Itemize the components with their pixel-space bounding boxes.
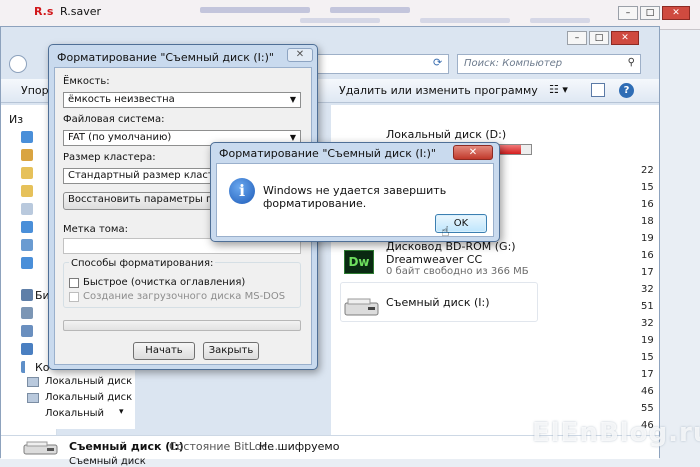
size-value: 16 bbox=[641, 199, 654, 210]
capacity-label: Ёмкость: bbox=[63, 76, 110, 87]
nav-folder-icon[interactable] bbox=[21, 167, 33, 179]
size-value: 46 bbox=[641, 386, 654, 397]
error-dialog: Форматирование "Съемный диск (I:)" ✕ i W… bbox=[210, 142, 500, 242]
mouse-cursor-icon: ☝ bbox=[441, 224, 450, 240]
quick-format-checkbox[interactable] bbox=[69, 278, 79, 288]
explorer-minimize-button[interactable]: – bbox=[567, 31, 587, 45]
size-value: 19 bbox=[641, 233, 654, 244]
format-progress-bar bbox=[63, 320, 301, 331]
close-button[interactable]: Закрыть bbox=[203, 342, 259, 360]
cluster-size-label: Размер кластера: bbox=[63, 152, 156, 163]
search-input[interactable]: Поиск: Компьютер ⚲ bbox=[457, 54, 641, 74]
error-message: Windows не удается завершить форматирова… bbox=[263, 184, 447, 210]
blurred-toolbar-text bbox=[300, 18, 380, 23]
format-dialog-title: Форматирование "Съемный диск (I:)" bbox=[57, 51, 274, 64]
quick-format-label[interactable]: Быстрое (очистка оглавления) bbox=[83, 277, 245, 288]
nav-pictures-icon[interactable] bbox=[21, 325, 33, 337]
msdos-disk-label: Создание загрузочного диска MS-DOS bbox=[83, 291, 286, 302]
nav-folder-icon[interactable] bbox=[21, 149, 33, 161]
nav-music-icon[interactable] bbox=[21, 343, 33, 355]
removable-drive-icon bbox=[344, 296, 380, 318]
local-drive-icon bbox=[27, 393, 39, 403]
dvd-free-space: 0 байт свободно из 366 МБ bbox=[386, 266, 529, 277]
size-value: 15 bbox=[641, 182, 654, 193]
rsaver-close-button[interactable]: ✕ bbox=[662, 6, 690, 20]
format-dialog-close-button[interactable]: ✕ bbox=[287, 48, 313, 62]
dvd-volume-label: Dreamweaver CC bbox=[386, 253, 483, 266]
status-drive-name: Съемный диск (I:) bbox=[69, 440, 184, 453]
rsaver-maximize-button[interactable]: □ bbox=[640, 6, 660, 20]
size-value: 16 bbox=[641, 250, 654, 261]
volume-label-label: Метка тома: bbox=[63, 224, 128, 235]
rsaver-title: R.saver bbox=[60, 5, 102, 18]
address-bar[interactable] bbox=[317, 54, 449, 74]
size-value: 17 bbox=[641, 369, 654, 380]
search-placeholder: Поиск: Компьютер bbox=[464, 58, 563, 69]
size-value: 32 bbox=[641, 284, 654, 295]
msdos-disk-checkbox bbox=[69, 292, 79, 302]
size-value: 17 bbox=[641, 267, 654, 278]
explorer-close-button[interactable]: ✕ bbox=[611, 31, 639, 45]
rsaver-minimize-button[interactable]: – bbox=[618, 6, 638, 20]
size-value: 51 bbox=[641, 301, 654, 312]
nav-local-disk[interactable]: Локальный bbox=[45, 408, 104, 419]
refresh-icon[interactable]: ⟳ bbox=[433, 56, 442, 69]
preview-pane-icon[interactable] bbox=[591, 83, 605, 97]
filesystem-value: FAT (по умолчанию) bbox=[68, 132, 172, 143]
rsaver-logo: R.s bbox=[34, 5, 54, 18]
info-icon: i bbox=[229, 178, 255, 204]
size-value: 19 bbox=[641, 335, 654, 346]
nav-drive-icon[interactable] bbox=[21, 203, 33, 215]
view-options-icon[interactable]: ☷ ▾ bbox=[549, 83, 568, 96]
removable-drive-label[interactable]: Съемный диск (I:) bbox=[386, 296, 490, 309]
help-icon[interactable]: ? bbox=[619, 83, 634, 98]
removable-drive-icon bbox=[23, 440, 59, 456]
capacity-select[interactable]: ёмкость неизвестна ▼ bbox=[63, 92, 301, 108]
library-icon bbox=[21, 289, 33, 301]
nav-globe-icon[interactable] bbox=[21, 257, 33, 269]
status-bitlocker-value: Не шифруемо bbox=[259, 440, 340, 453]
nav-folder-icon[interactable] bbox=[21, 185, 33, 197]
blurred-toolbar-text bbox=[530, 18, 590, 23]
nav-documents-icon[interactable] bbox=[21, 307, 33, 319]
format-options-label: Способы форматирования: bbox=[69, 258, 216, 269]
chevron-down-icon: ▼ bbox=[289, 95, 296, 104]
blurred-toolbar-text bbox=[330, 7, 410, 13]
error-dialog-title: Форматирование "Съемный диск (I:)" bbox=[219, 147, 436, 160]
watermark: ElEnBlog.ru bbox=[532, 418, 700, 448]
blurred-toolbar-text bbox=[200, 7, 310, 13]
start-button[interactable]: Начать bbox=[133, 342, 195, 360]
nav-network-icon[interactable] bbox=[21, 239, 33, 251]
explorer-maximize-button[interactable]: □ bbox=[589, 31, 609, 45]
local-drive-icon bbox=[27, 377, 39, 387]
uninstall-program-button[interactable]: Удалить или изменить программу bbox=[339, 84, 538, 97]
cluster-size-value: Стандартный размер кластера bbox=[68, 170, 233, 181]
size-value: 18 bbox=[641, 216, 654, 227]
error-dialog-body: i Windows не удается завершить форматиро… bbox=[216, 163, 494, 240]
dreamweaver-icon[interactable]: Dw bbox=[344, 250, 374, 274]
drive-d-label[interactable]: Локальный диск (D:) bbox=[386, 128, 506, 141]
blurred-toolbar-text bbox=[420, 18, 510, 23]
capacity-value: ёмкость неизвестна bbox=[68, 94, 175, 105]
back-button[interactable] bbox=[9, 55, 27, 73]
size-column: 22 15 16 18 19 16 17 32 51 32 19 15 17 46 55 46 bbox=[637, 105, 659, 435]
nav-computer-icon[interactable] bbox=[21, 221, 33, 233]
nav-favorite-icon[interactable] bbox=[21, 131, 33, 143]
size-value: 22 bbox=[641, 165, 654, 176]
size-value: 55 bbox=[641, 403, 654, 414]
nav-local-disk[interactable]: Локальный диск bbox=[45, 392, 132, 403]
filesystem-label: Файловая система: bbox=[63, 114, 165, 125]
scroll-down-icon[interactable]: ▾ bbox=[119, 407, 124, 417]
nav-local-disk[interactable]: Локальный диск bbox=[45, 376, 132, 387]
search-icon: ⚲ bbox=[627, 57, 635, 68]
error-dialog-close-button[interactable]: ✕ bbox=[453, 145, 493, 160]
size-value: 32 bbox=[641, 318, 654, 329]
size-value: 15 bbox=[641, 352, 654, 363]
nav-favorites-head[interactable]: Из bbox=[9, 113, 23, 126]
